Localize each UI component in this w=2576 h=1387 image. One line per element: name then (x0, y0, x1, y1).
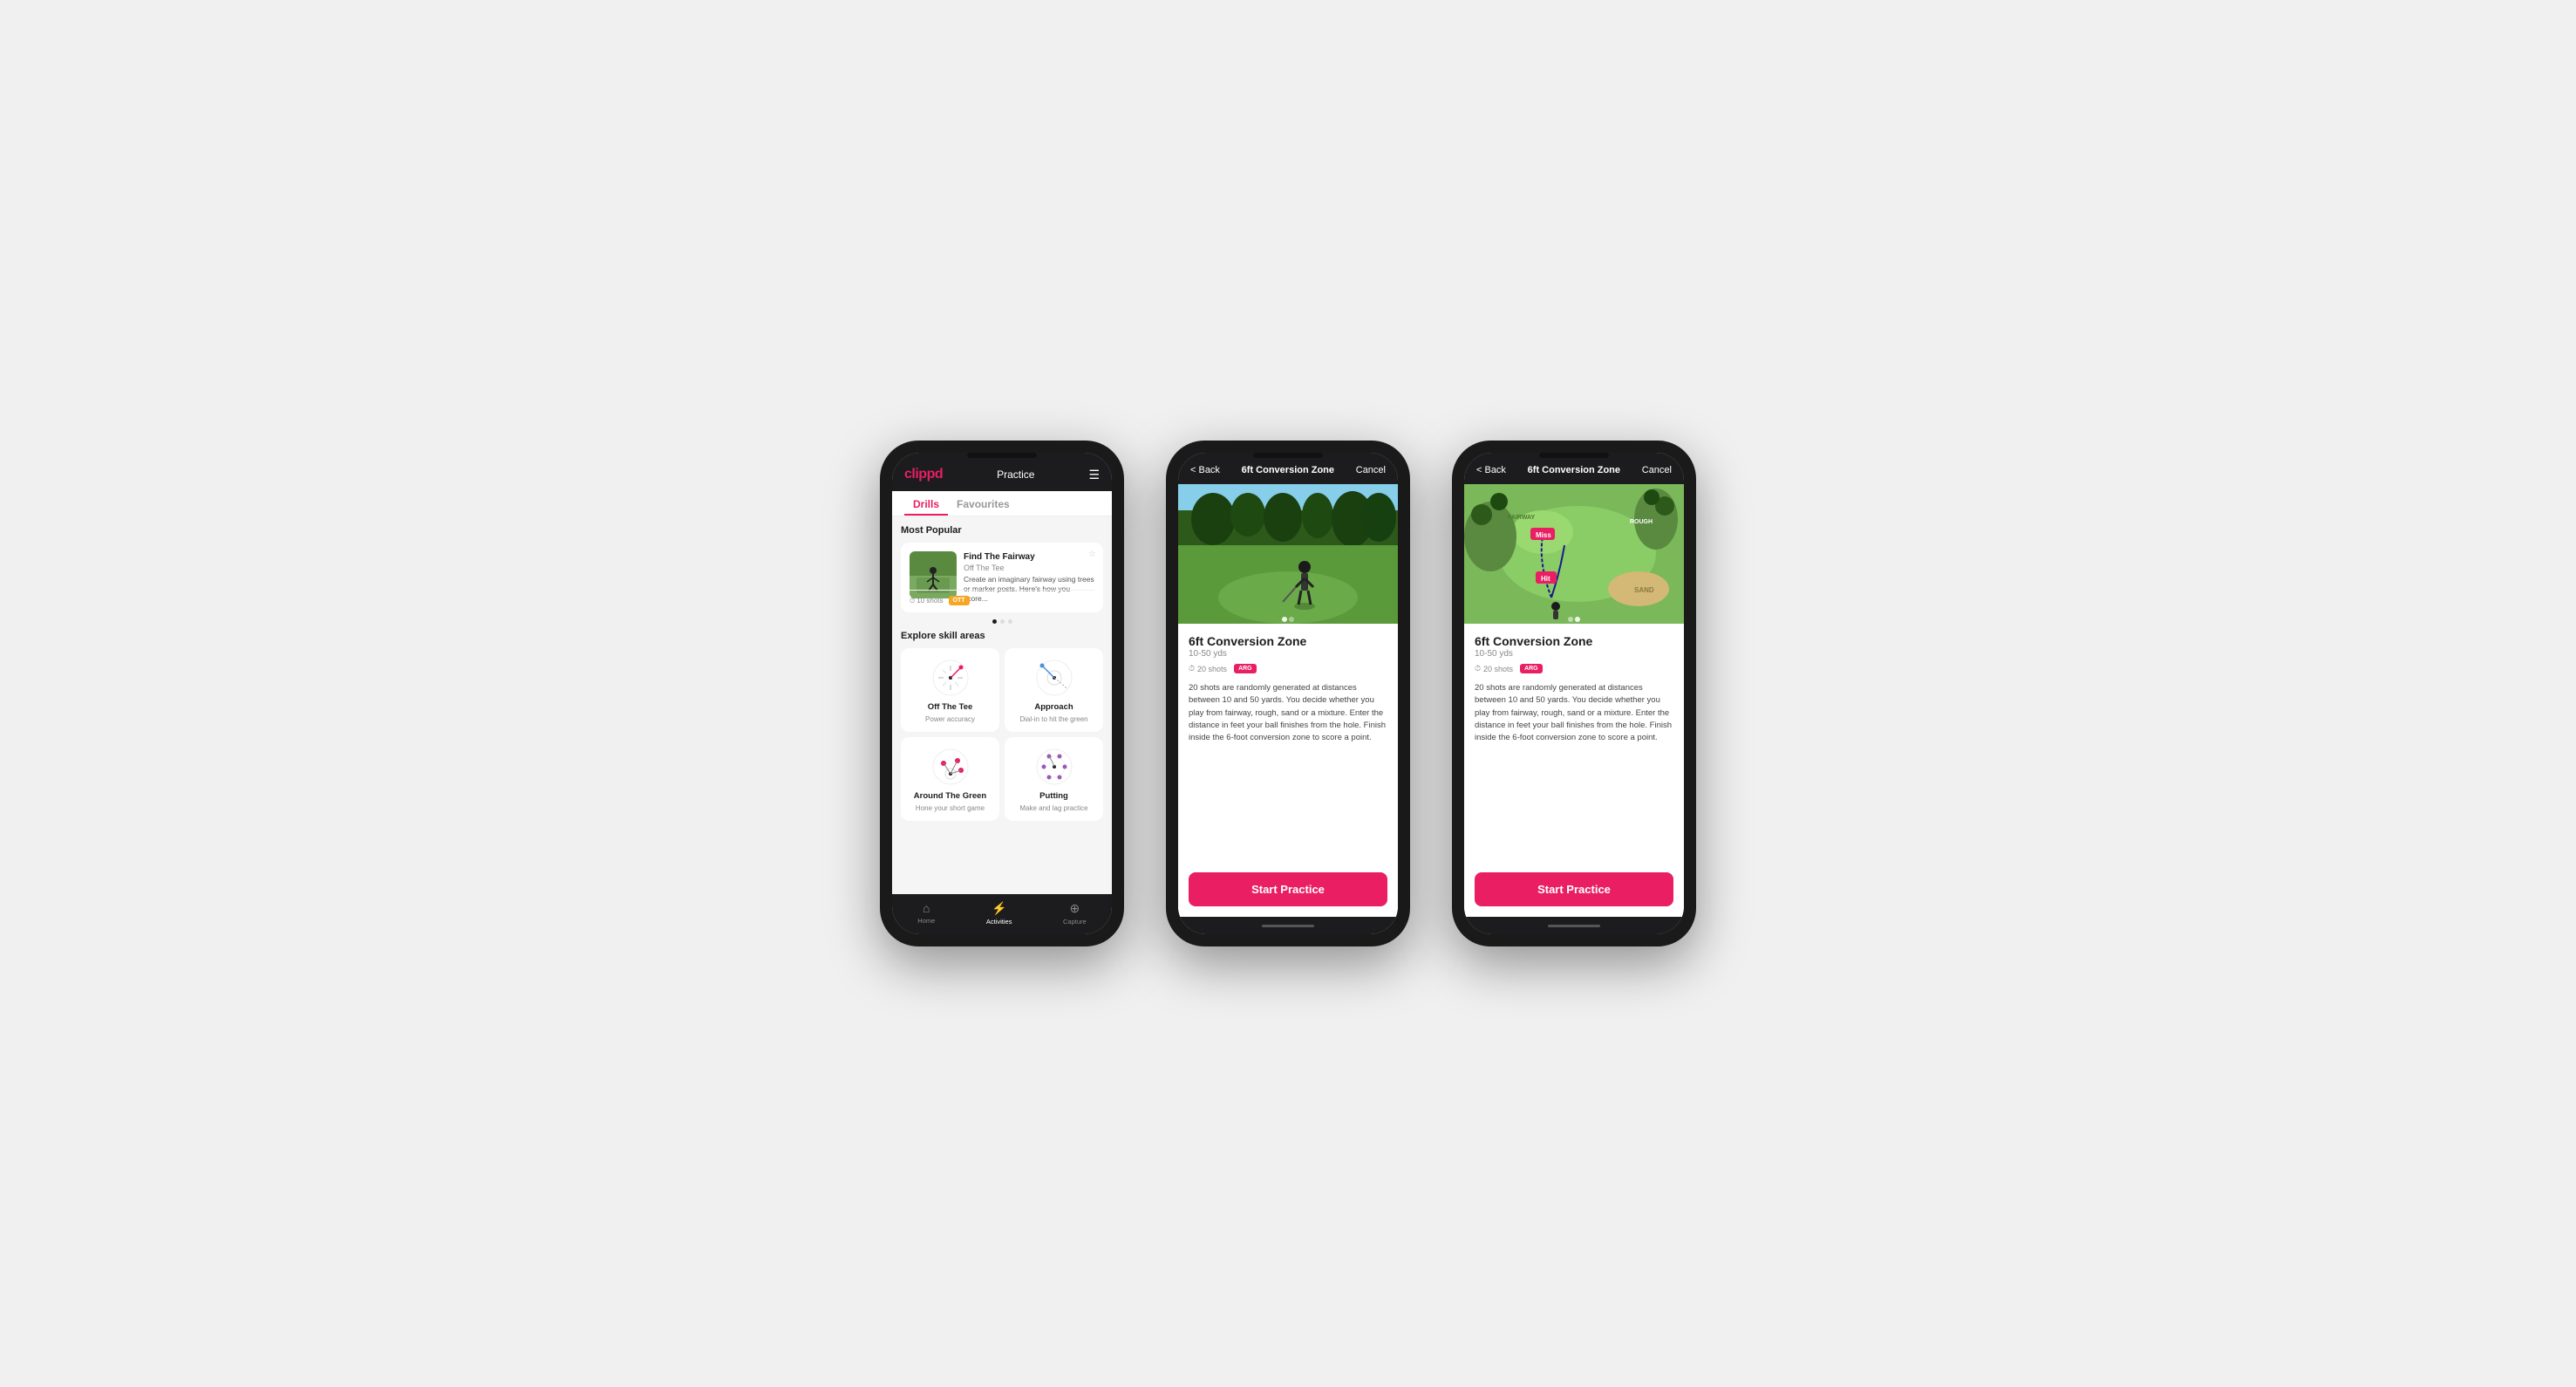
drill-name: Find The Fairway (964, 551, 1094, 563)
back-button[interactable]: < Back (1190, 465, 1220, 475)
ott-tag: OTT (949, 596, 970, 605)
p3-cancel-button[interactable]: Cancel (1642, 465, 1672, 475)
p2-shots: ⏱ 20 shots (1189, 664, 1227, 673)
p3-body: 6ft Conversion Zone 10-50 yds ⏱ 20 shots… (1464, 624, 1684, 864)
carousel-dots (901, 619, 1103, 624)
drill-meta: ⏱ 10 shots OTT (910, 590, 1094, 605)
most-popular-label: Most Popular (901, 525, 1103, 536)
skill-card-off-tee[interactable]: Off The Tee Power accuracy (901, 648, 999, 732)
home-indicator-2 (1178, 917, 1398, 934)
skill-name-atg: Around The Green (914, 791, 986, 801)
favourite-icon[interactable]: ☆ (1088, 550, 1096, 559)
clock-icon: ⏱ (910, 597, 915, 605)
phone-notch-3 (1539, 453, 1609, 458)
menu-icon[interactable]: ☰ (1088, 468, 1100, 482)
clock-icon-3: ⏱ (1475, 664, 1481, 673)
skill-name-approach: Approach (1034, 702, 1073, 712)
shots-label: ⏱ 10 shots (910, 597, 944, 605)
explore-label: Explore skill areas (901, 631, 1103, 641)
drill-photo (1178, 484, 1398, 624)
p2-meta: ⏱ 20 shots ARG (1189, 664, 1387, 673)
header-title: Practice (997, 468, 1034, 481)
skill-name-ott: Off The Tee (928, 702, 973, 712)
tabs-bar: Drills Favourites (892, 491, 1112, 516)
p3-shots: ⏱ 20 shots (1475, 664, 1513, 673)
phone-1: clippd Practice ☰ Drills Favourites Most… (880, 441, 1124, 946)
p2-drill-name: 6ft Conversion Zone (1189, 634, 1387, 648)
skill-desc-atg: Hone your short game (916, 804, 985, 812)
skill-card-approach[interactable]: Approach Dial-in to hit the green (1005, 648, 1103, 732)
dot-2 (1000, 619, 1005, 624)
p2-page-title: 6ft Conversion Zone (1242, 465, 1334, 475)
p3-drill-name: 6ft Conversion Zone (1475, 634, 1673, 648)
p3-meta: ⏱ 20 shots ARG (1475, 664, 1673, 673)
skill-name-putting: Putting (1039, 791, 1068, 801)
nav-capture-label: Capture (1063, 918, 1087, 926)
phone-3: < Back 6ft Conversion Zone Cancel SAND (1452, 441, 1696, 946)
atg-icon (930, 746, 971, 788)
dot-1 (992, 619, 997, 624)
p3-start-btn-container: Start Practice (1464, 864, 1684, 917)
p2-description: 20 shots are randomly generated at dista… (1189, 682, 1387, 744)
svg-text:Hit: Hit (1541, 575, 1550, 583)
home-indicator-3 (1464, 917, 1684, 934)
tab-favourites[interactable]: Favourites (948, 491, 1019, 516)
svg-text:Miss: Miss (1536, 531, 1551, 539)
p3-start-practice-button[interactable]: Start Practice (1475, 872, 1673, 906)
drill-map: SAND ROUGH FAIRWAY Miss (1464, 484, 1684, 624)
home-bar (1262, 925, 1314, 927)
featured-drill-card[interactable]: Find The Fairway Off The Tee Create an i… (901, 543, 1103, 612)
skill-grid: Off The Tee Power accuracy (901, 648, 1103, 821)
nav-home[interactable]: ⌂ Home (917, 901, 935, 926)
svg-text:FAIRWAY: FAIRWAY (1508, 515, 1535, 521)
start-practice-button[interactable]: Start Practice (1189, 872, 1387, 906)
p2-body: 6ft Conversion Zone 10-50 yds ⏱ 20 shots… (1178, 624, 1398, 864)
home-icon: ⌂ (923, 901, 930, 915)
p3-tag: ARG (1520, 664, 1543, 673)
bottom-nav: ⌂ Home ⚡ Activities ⊕ Capture (892, 894, 1112, 934)
svg-text:ROUGH: ROUGH (1630, 519, 1653, 525)
off-tee-icon (930, 657, 971, 699)
phone-notch (967, 453, 1037, 458)
drill-sub: Off The Tee (964, 564, 1094, 572)
activities-icon: ⚡ (992, 901, 1006, 916)
phone-notch-2 (1253, 453, 1323, 458)
skill-card-putting[interactable]: Putting Make and lag practice (1005, 737, 1103, 821)
home-bar-3 (1548, 925, 1600, 927)
cancel-button[interactable]: Cancel (1356, 465, 1386, 475)
nav-home-label: Home (917, 917, 935, 925)
p2-drill-range: 10-50 yds (1189, 649, 1387, 659)
p1-body: Most Popular (892, 516, 1112, 894)
p3-description: 20 shots are randomly generated at dista… (1475, 682, 1673, 744)
start-btn-container: Start Practice (1178, 864, 1398, 917)
dot-3 (1008, 619, 1012, 624)
p1-header: clippd Practice ☰ (892, 453, 1112, 491)
capture-icon: ⊕ (1069, 901, 1080, 916)
skill-desc-approach: Dial-in to hit the green (1019, 715, 1087, 723)
putting-icon (1033, 746, 1075, 788)
p3-drill-range: 10-50 yds (1475, 649, 1673, 659)
nav-activities[interactable]: ⚡ Activities (986, 901, 1012, 926)
approach-icon (1033, 657, 1075, 699)
phone-2: < Back 6ft Conversion Zone Cancel (1166, 441, 1410, 946)
clock-icon-2: ⏱ (1189, 664, 1195, 673)
clippd-logo: clippd (904, 467, 943, 482)
skill-desc-ott: Power accuracy (925, 715, 975, 723)
nav-activities-label: Activities (986, 918, 1012, 926)
tab-drills[interactable]: Drills (904, 491, 948, 516)
skill-desc-putting: Make and lag practice (1019, 804, 1087, 812)
skill-card-atg[interactable]: Around The Green Hone your short game (901, 737, 999, 821)
svg-text:SAND: SAND (1634, 586, 1654, 594)
p3-back-button[interactable]: < Back (1476, 465, 1506, 475)
p2-tag: ARG (1234, 664, 1257, 673)
p3-page-title: 6ft Conversion Zone (1528, 465, 1620, 475)
nav-capture[interactable]: ⊕ Capture (1063, 901, 1087, 926)
